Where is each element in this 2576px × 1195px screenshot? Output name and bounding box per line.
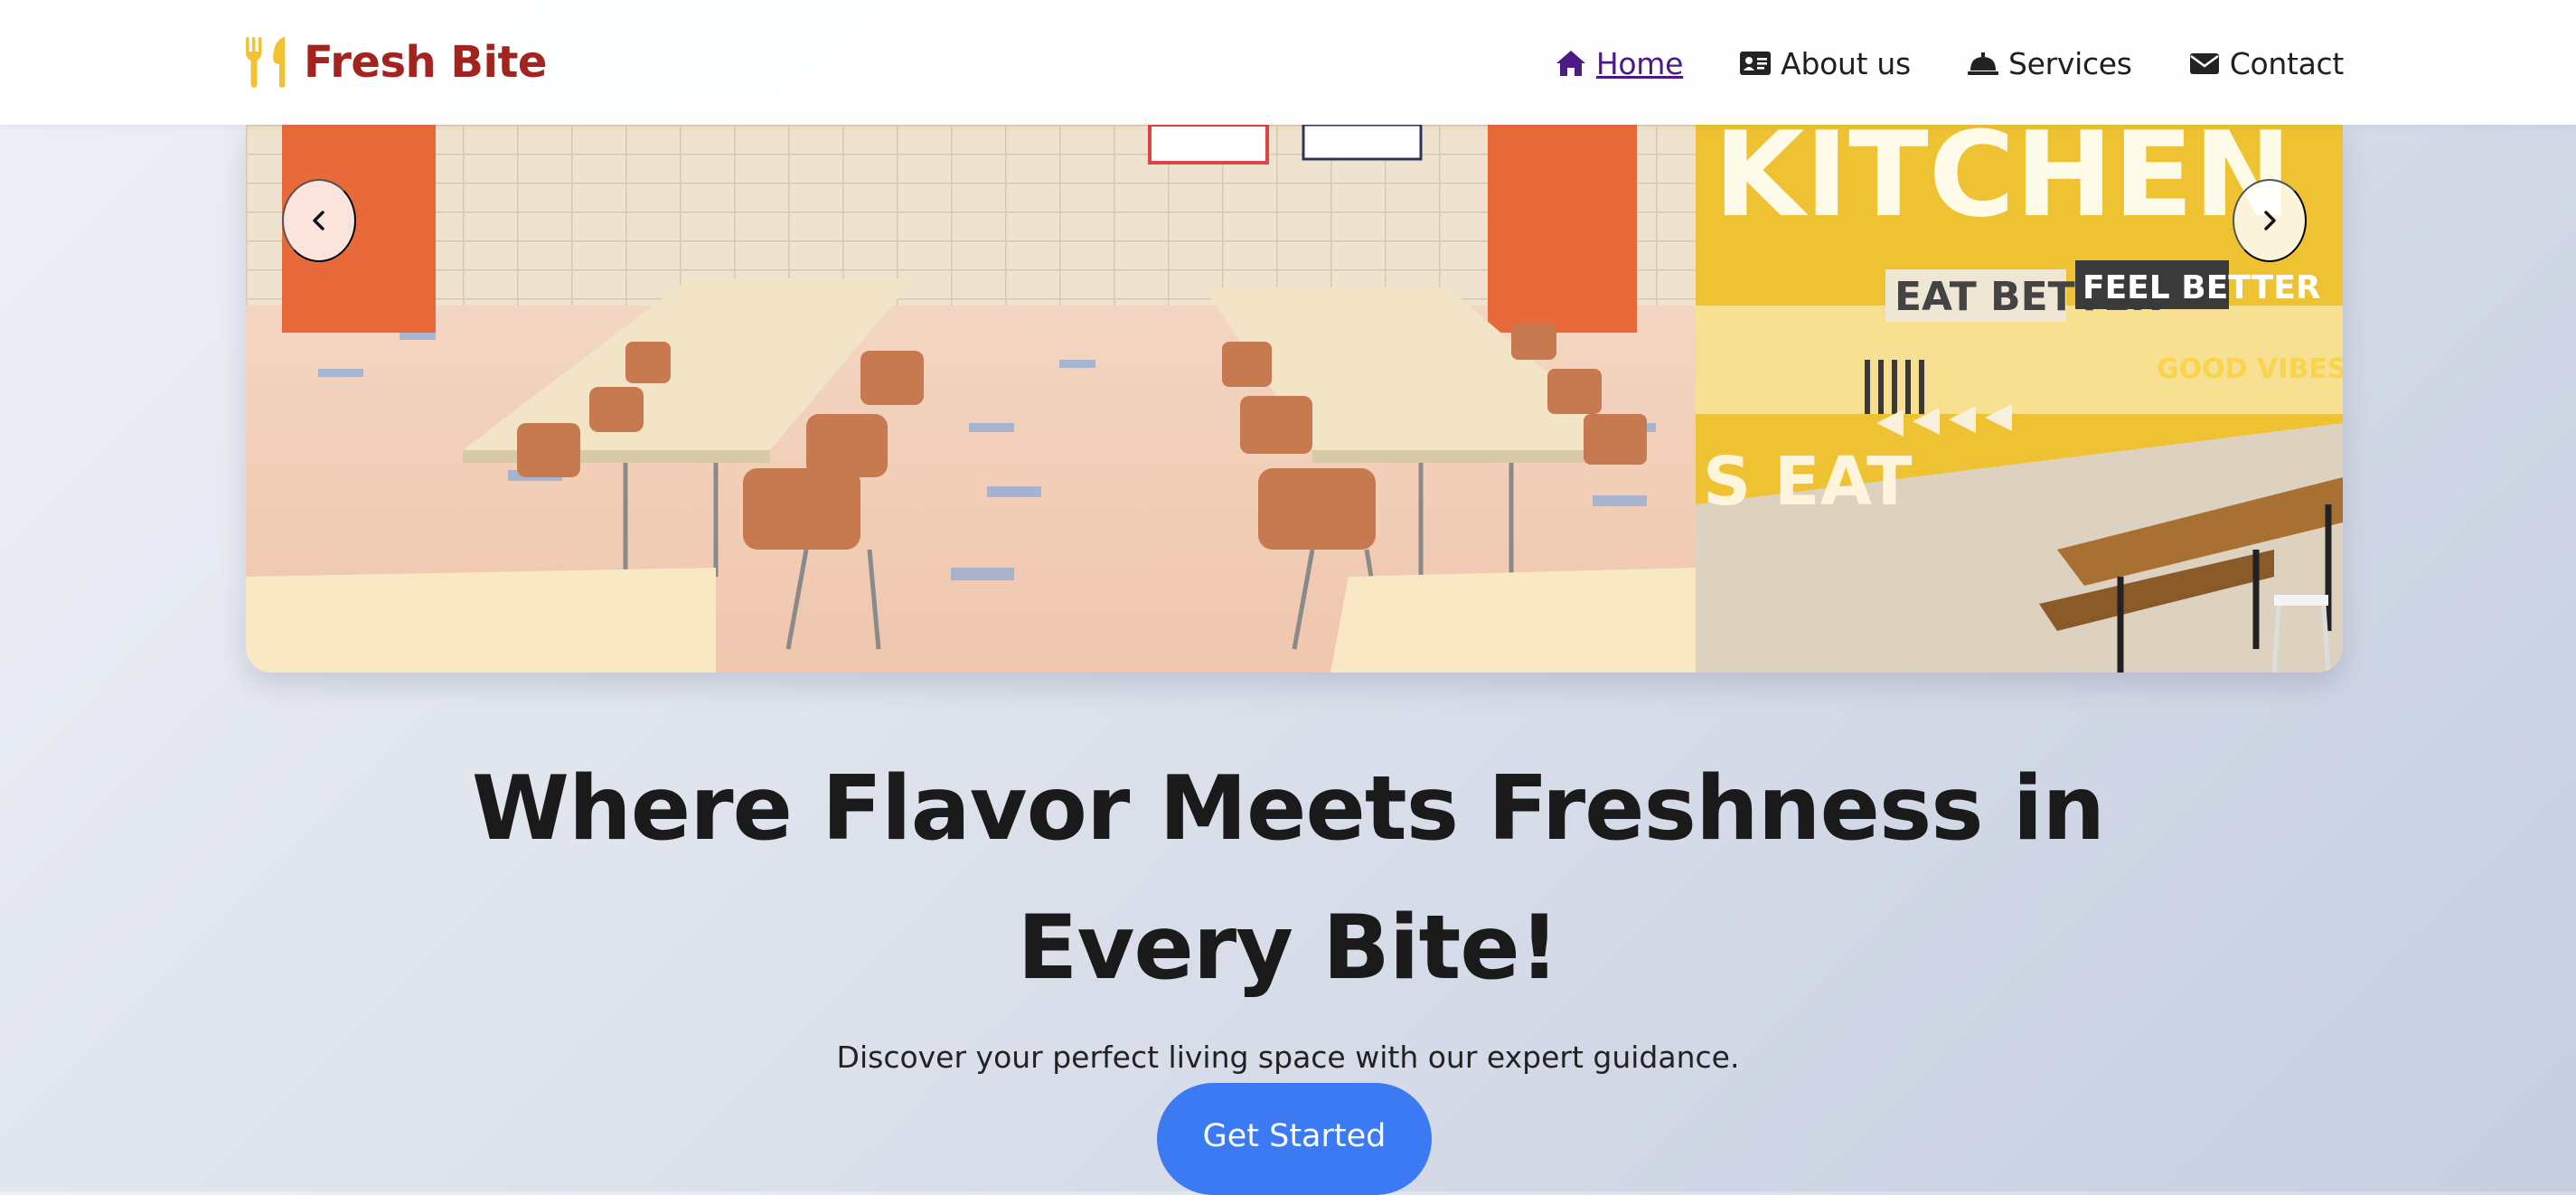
fork-knife-icon — [246, 37, 285, 88]
mural-text-s-eat: S EAT — [1703, 443, 1913, 521]
nav-item-home[interactable]: Home — [1555, 46, 1683, 81]
carousel-prev-button[interactable] — [282, 179, 356, 262]
navbar: Fresh Bite Home About us Services Contac… — [0, 0, 2576, 125]
nav-item-home-label: Home — [1595, 45, 1684, 81]
hero-headline: Where Flavor Meets Freshness in Every Bi… — [471, 757, 2105, 1000]
brand-name: Fresh Bite — [304, 37, 547, 88]
chevron-right-icon — [2264, 211, 2276, 231]
main-nav: Home About us Services Contact — [1555, 38, 2344, 89]
home-icon — [1556, 51, 1585, 76]
mural-text-good-vibes: GOOD VIBES ONLY — [2157, 353, 2343, 385]
nav-item-contact-label: Contact — [2229, 45, 2345, 81]
hero-carousel: KITCHEN LOFT EAT BETTER FEEL BETTER GOOD… — [246, 125, 2343, 673]
carousel-slide-cafeteria — [246, 125, 1696, 673]
get-started-button[interactable]: Get Started — [1157, 1083, 1432, 1195]
nav-item-about-label: About us — [1781, 45, 1911, 81]
service-bell-icon — [1967, 52, 1998, 75]
mural-text-feel-better: FEEL BETTER — [2082, 269, 2321, 306]
carousel-next-button[interactable] — [2233, 179, 2307, 262]
nav-item-services[interactable]: Services — [1967, 46, 2132, 81]
nav-item-contact[interactable]: Contact — [2188, 46, 2344, 81]
nav-item-about[interactable]: About us — [1739, 46, 1911, 81]
id-card-icon — [1740, 52, 1772, 75]
nav-item-services-label: Services — [2007, 45, 2132, 81]
chevron-left-icon — [313, 211, 324, 231]
envelope-icon — [2189, 53, 2219, 74]
hero-subline: Discover your perfect living space with … — [836, 1040, 1740, 1075]
brand-logo-link[interactable]: Fresh Bite — [244, 33, 547, 92]
